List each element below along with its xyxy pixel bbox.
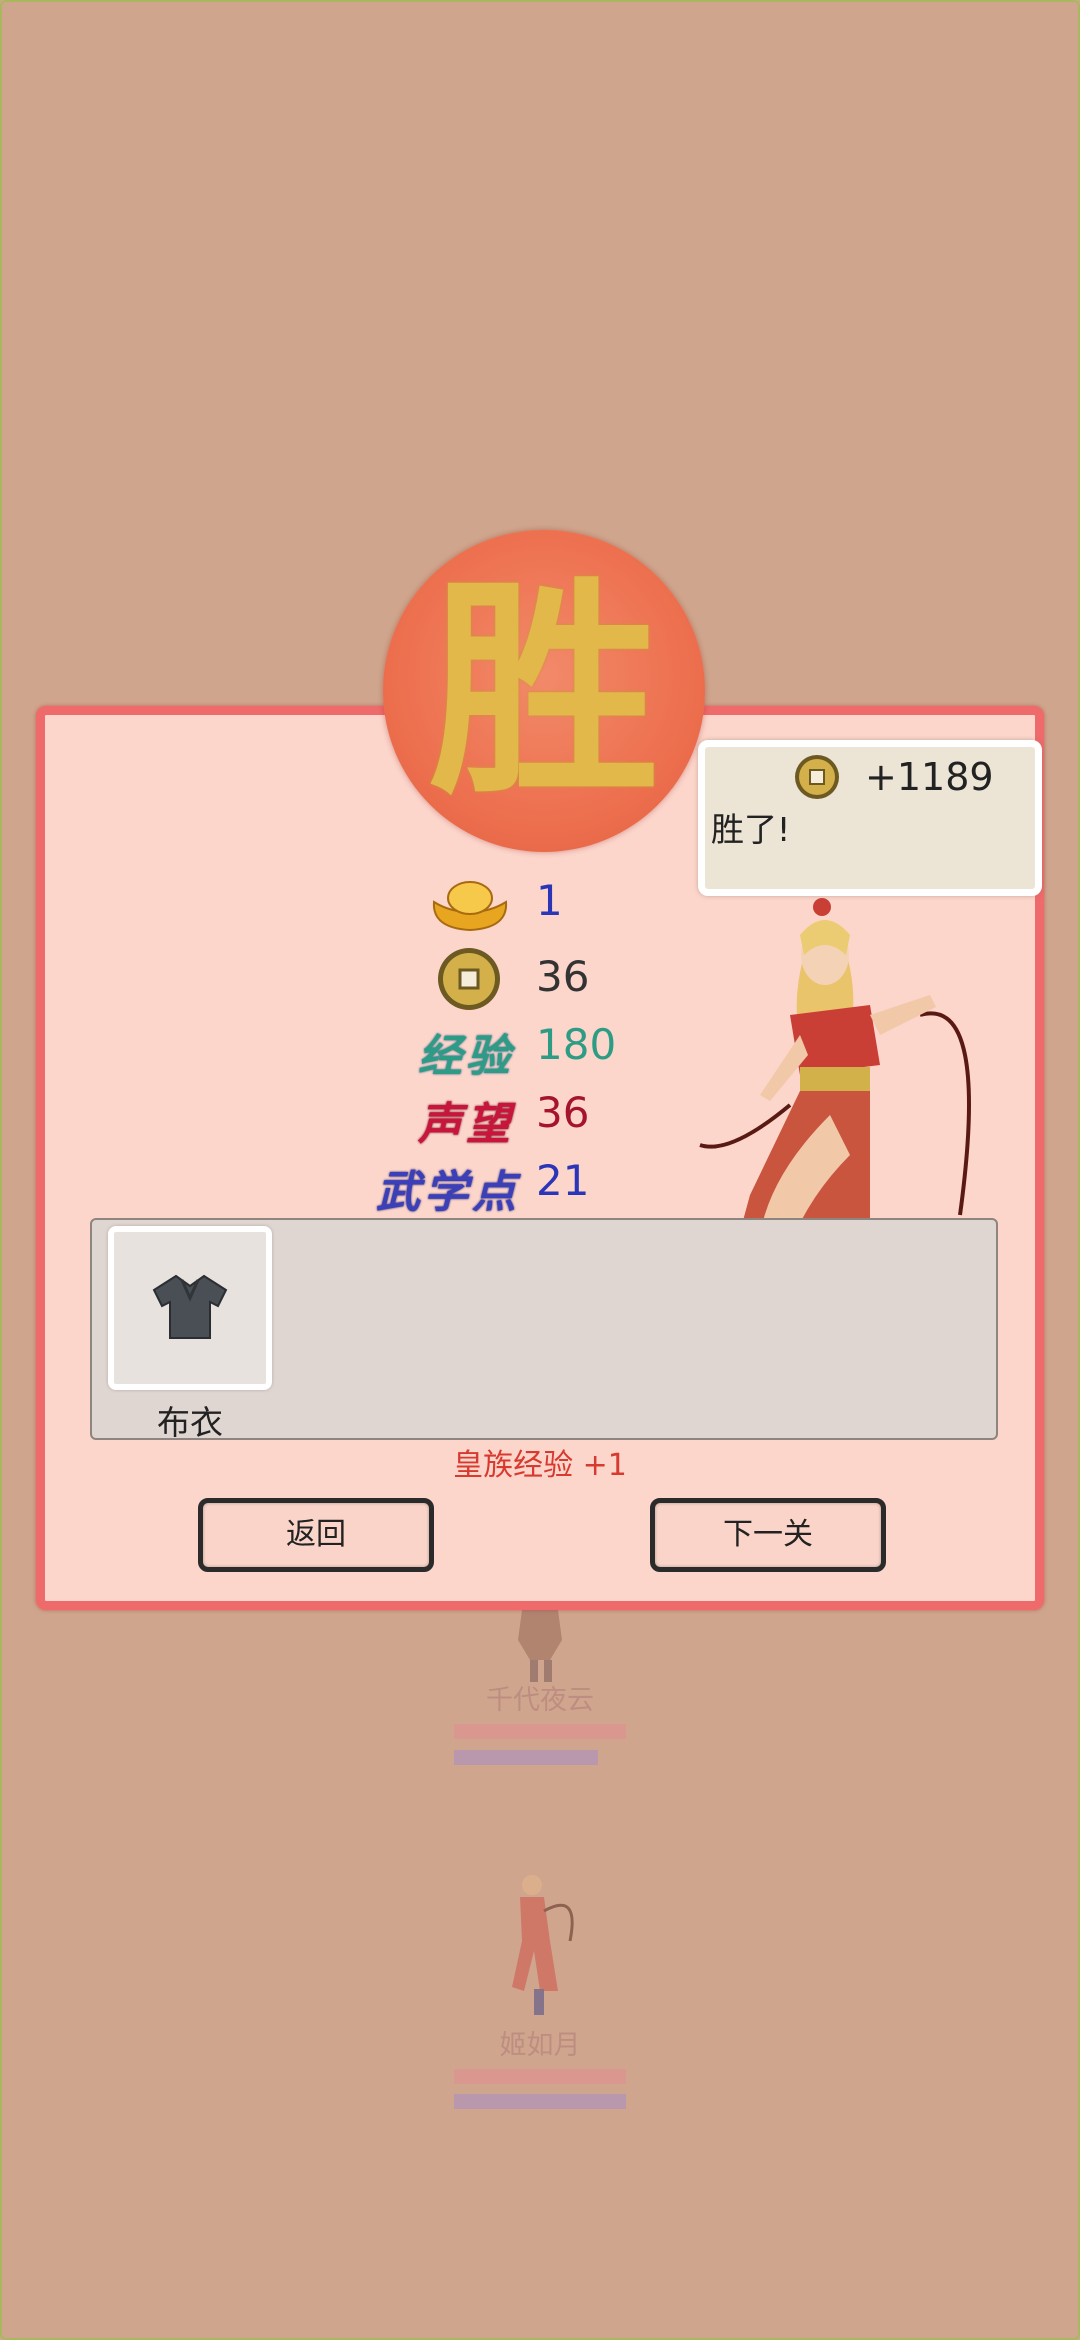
gold-ingot-icon [432,881,508,932]
reward-gold-ingot: 1 [0,874,1080,934]
reward-martial-points-value: 21 [536,1156,590,1205]
unit-name-2: 姬如月 [499,2030,581,2061]
reward-exp-label: 经验 [418,1031,514,1082]
shirt-icon [152,1274,228,1339]
back-button[interactable]: 返回 [198,1498,434,1572]
copper-coin-icon [438,948,500,1010]
background-unit-1: 千代夜云 [450,1610,630,1770]
item-slot[interactable] [108,1226,272,1390]
reward-reputation-label: 声望 [418,1099,514,1150]
item-name: 布衣 [157,1403,223,1442]
reward-gold-ingot-value: 1 [536,876,563,925]
unit-mp-bar-1 [454,1750,598,1765]
reward-martial-points-label: 武学点 [376,1167,520,1218]
royal-exp-text: 皇族经验 +1 [453,1448,627,1483]
reward-coin-value: 36 [536,952,590,1001]
unit-figure-2-icon [512,1875,574,2015]
reward-reputation-value: 36 [536,1088,590,1137]
speech-message: 胜了! [711,810,791,849]
unit-mp-bar-2 [454,2094,626,2109]
speech-bubble: +1189 胜了! [698,740,1042,896]
reward-exp: 经验 180 [0,1018,1080,1082]
unit-hp-bar-1 [454,1724,626,1739]
reward-martial-points: 武学点 21 [0,1154,1080,1218]
next-level-button[interactable]: 下一关 [650,1498,886,1572]
reward-exp-value: 180 [536,1020,617,1069]
victory-seal-text: 胜 [428,556,659,826]
background-unit-2: 姬如月 [450,1865,630,2115]
unit-name-1: 千代夜云 [486,1685,594,1716]
unit-hp-bar-2 [454,2069,626,2084]
victory-seal: 胜 [383,530,705,852]
gold-gain-text: +1189 [865,755,994,799]
copper-coin-icon [795,755,839,799]
reward-reputation: 声望 36 [0,1086,1080,1150]
reward-coin: 36 [0,946,1080,1010]
